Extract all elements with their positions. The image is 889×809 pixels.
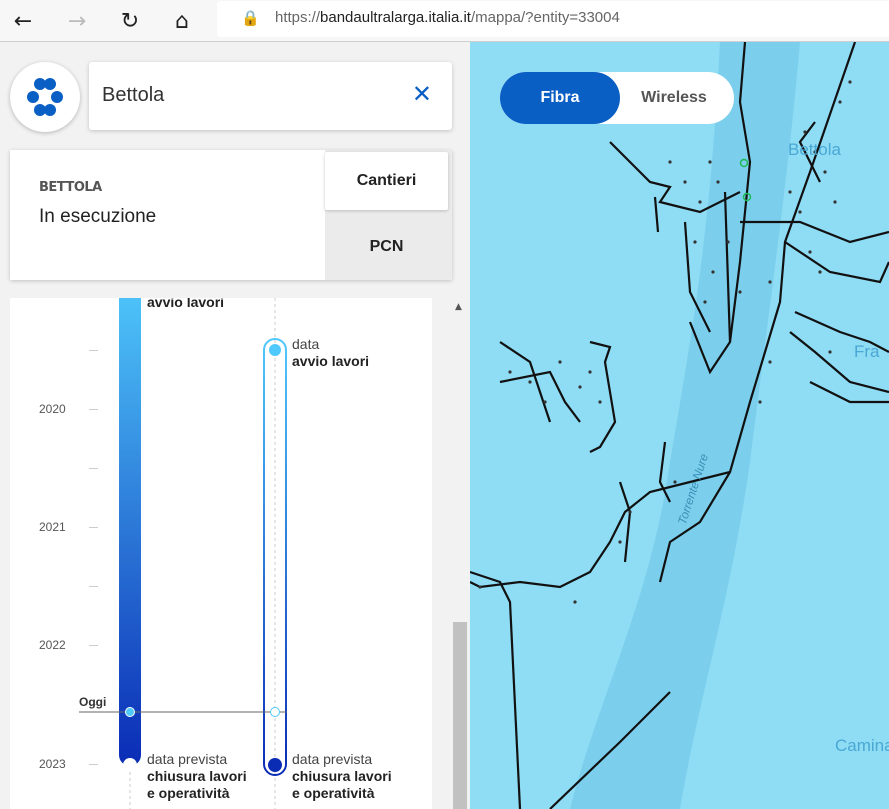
map-label-town: Bettola — [788, 140, 841, 159]
today-dot-planned — [270, 707, 280, 717]
url-host: bandaultralarga.italia.it — [320, 9, 471, 26]
toggle-wireless[interactable]: Wireless — [620, 72, 728, 124]
url-path: /mappa/?entity=33004 — [470, 9, 620, 26]
minor-tick — [89, 468, 98, 469]
browser-toolbar: ← → ↻ ⌂ 🔒 https://bandaultralarga.italia… — [0, 0, 889, 42]
back-icon[interactable]: ← — [8, 6, 38, 36]
today-label: Oggi — [79, 695, 107, 709]
address-bar[interactable]: 🔒 https://bandaultralarga.italia.it/mapp… — [217, 1, 889, 37]
reload-icon[interactable]: ↻ — [115, 6, 145, 36]
place-name: BETTOLA — [39, 180, 102, 195]
timeline-panel: 2020 2021 2022 2023 Oggi avvio lavori da… — [10, 298, 432, 809]
url-scheme: https:// — [275, 9, 321, 26]
year-tick — [89, 409, 98, 410]
bar1-start-label: avvio lavori — [147, 298, 225, 310]
lock-icon: 🔒 — [241, 9, 260, 27]
network-type-toggle: Fibra Wireless — [500, 72, 734, 124]
home-icon[interactable]: ⌂ — [167, 6, 197, 36]
search-input[interactable]: Bettola ✕ — [89, 62, 452, 130]
bar1-end-label: data prevista chiusura lavori e operativit… — [147, 751, 247, 801]
year-tick — [89, 764, 98, 765]
year-label: 2023 — [39, 757, 66, 771]
map-label-frazione: Fra — [854, 342, 880, 361]
clear-search-icon[interactable]: ✕ — [412, 80, 432, 108]
info-tabs: Cantieri PCN — [325, 150, 452, 280]
year-label: 2020 — [39, 402, 66, 416]
bar2-start-label: data avvio lavori — [292, 336, 370, 369]
planned-end-dot — [268, 758, 282, 772]
today-dot-actual — [125, 707, 135, 717]
minor-tick — [89, 586, 98, 587]
planned-start-dot — [269, 344, 281, 356]
forward-icon[interactable]: → — [62, 6, 92, 36]
year-label: 2022 — [39, 638, 66, 652]
scroll-up-icon[interactable]: ▲ — [455, 302, 462, 312]
actual-end-dot — [123, 758, 137, 772]
timeline-bar-actual — [119, 298, 141, 766]
tab-pcn[interactable]: PCN — [325, 218, 448, 276]
logo-icon — [27, 78, 63, 116]
year-tick — [89, 527, 98, 528]
timeline-graphic — [79, 298, 287, 809]
map-label-caminata: Camina — [835, 736, 889, 755]
scrollbar-thumb[interactable] — [453, 622, 467, 809]
status-text: In esecuzione — [39, 206, 157, 227]
info-card: BETTOLA In esecuzione Cantieri PCN — [10, 150, 452, 280]
map[interactable]: Bettola Fra Camina Torrente Nure — [470, 42, 889, 809]
toggle-fibra[interactable]: Fibra — [500, 72, 620, 124]
minor-tick — [89, 350, 98, 351]
year-label: 2021 — [39, 520, 66, 534]
search-value: Bettola — [102, 84, 165, 106]
logo[interactable] — [10, 62, 80, 132]
tab-cantieri[interactable]: Cantieri — [325, 152, 448, 210]
bar2-end-label: data prevista chiusura lavori e operativit… — [292, 751, 392, 801]
year-tick — [89, 645, 98, 646]
river — [570, 42, 800, 809]
